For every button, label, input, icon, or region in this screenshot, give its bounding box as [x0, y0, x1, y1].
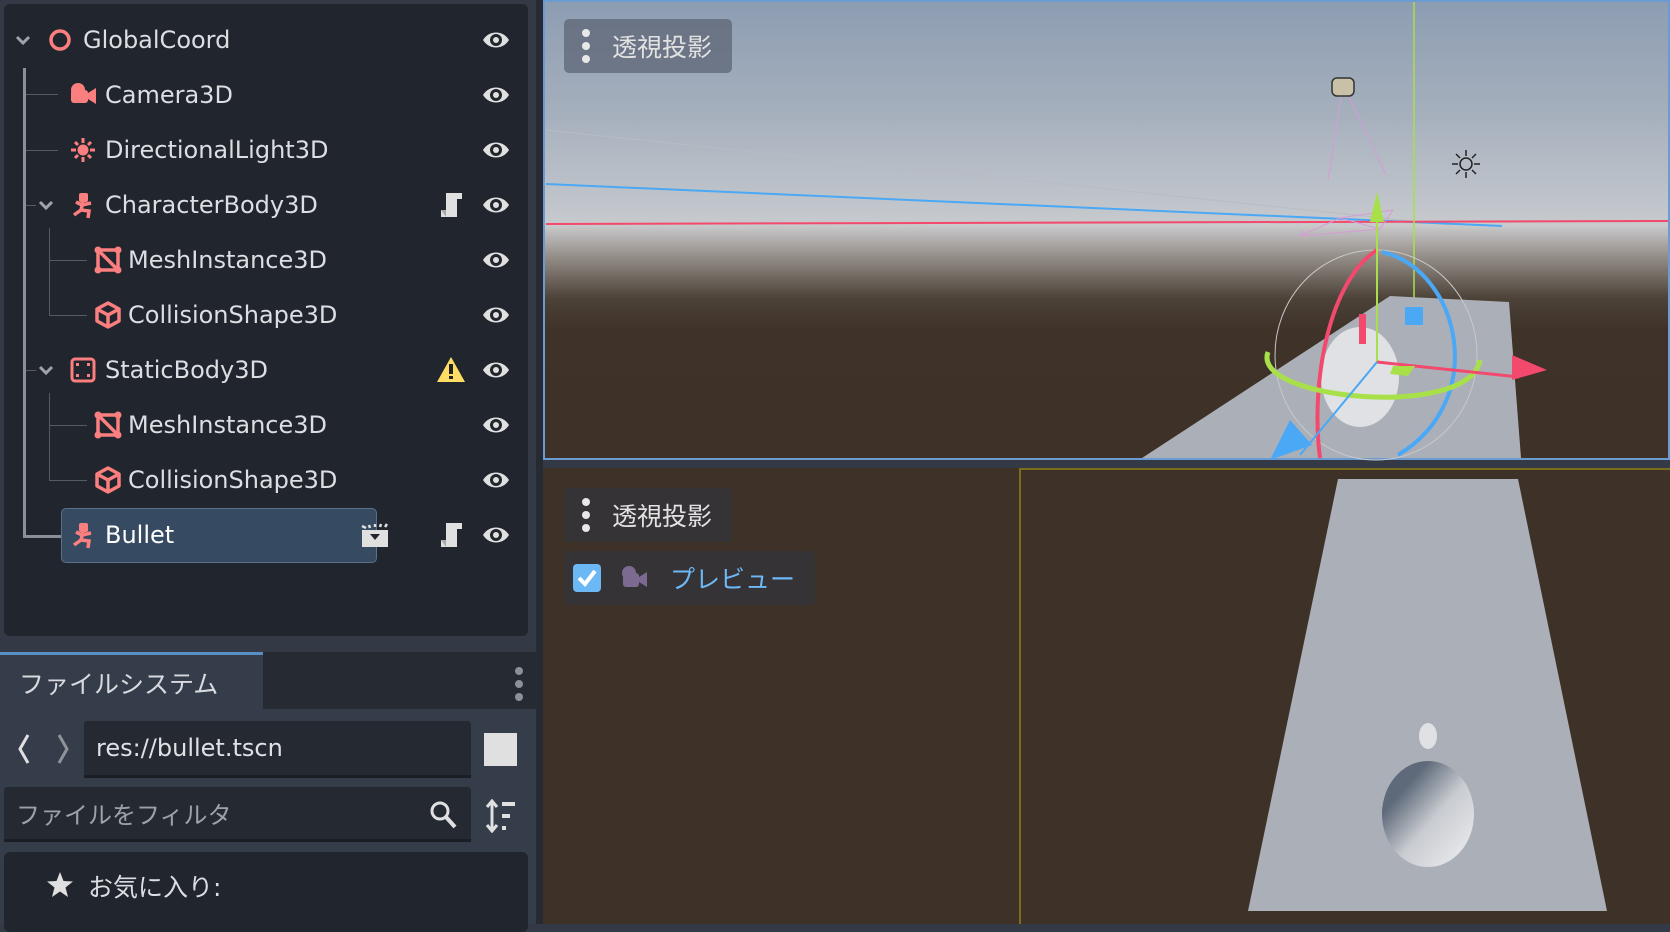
camera-preview-toggle[interactable]: プレビュー [564, 551, 815, 605]
checkbox-checked-icon[interactable] [573, 564, 601, 592]
z-axis-line [545, 183, 1503, 227]
kebab-menu-icon [582, 29, 590, 63]
camera-icon [622, 566, 647, 587]
projection-menu-top[interactable]: 透視投影 [564, 19, 732, 73]
plane-handle-yz [1359, 314, 1366, 344]
preview-bullet-sphere [1382, 761, 1474, 867]
x-axis-line [545, 220, 1669, 225]
move-gizmo-y-arrow [1370, 192, 1384, 222]
projection-label: 透視投影 [612, 33, 713, 62]
camera-frustum [1327, 83, 1387, 181]
projection-label: 透視投影 [612, 502, 713, 531]
plane-handle-xz [1405, 307, 1423, 325]
camera-gizmo-icon [1331, 77, 1355, 97]
projection-menu-bottom[interactable]: 透視投影 [564, 488, 732, 542]
move-gizmo-x-arrow [1512, 355, 1547, 380]
preview-small-object [1419, 723, 1437, 749]
light-gizmo-icon [1452, 150, 1480, 178]
preview-label: プレビュー [670, 565, 796, 594]
grid-line [545, 129, 1451, 226]
scene-render [545, 2, 1669, 911]
kebab-menu-icon [582, 498, 590, 532]
